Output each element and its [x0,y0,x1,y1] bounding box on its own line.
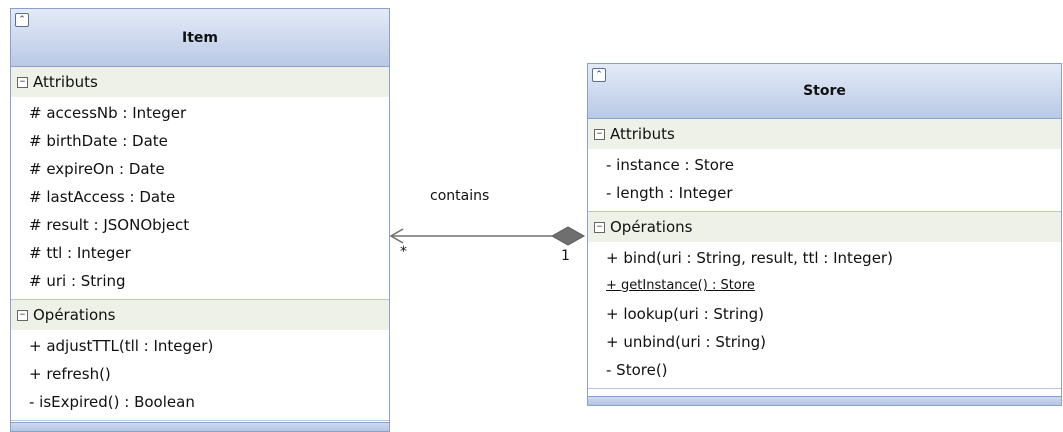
association-edge[interactable] [0,0,1063,430]
association-label: contains [430,188,490,204]
composition-diamond-icon [550,226,586,246]
item-multiplicity: * [400,244,407,260]
store-multiplicity: 1 [561,248,570,264]
